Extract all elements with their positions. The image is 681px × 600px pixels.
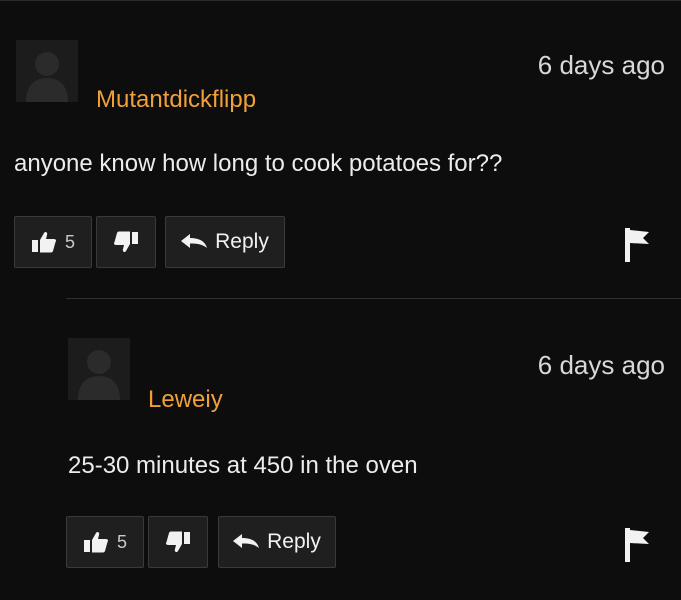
flag-icon[interactable] <box>623 228 651 262</box>
avatar-placeholder-icon <box>16 40 78 102</box>
upvote-button[interactable]: 5 <box>14 216 92 268</box>
reply-divider <box>66 298 681 299</box>
avatar[interactable] <box>16 40 78 102</box>
comment-timestamp: 6 days ago <box>537 350 665 380</box>
reply-button[interactable]: Reply <box>165 216 285 268</box>
reply-button[interactable]: Reply <box>218 516 336 568</box>
thumbs-up-icon <box>31 231 56 253</box>
comment-text: anyone know how long to cook potatoes fo… <box>14 150 503 177</box>
reply-label: Reply <box>215 230 269 253</box>
upvote-button[interactable]: 5 <box>66 516 144 568</box>
comment-timestamp: 6 days ago <box>537 50 665 80</box>
top-border <box>0 0 681 1</box>
thumbs-up-icon <box>83 531 108 553</box>
flag-icon[interactable] <box>623 528 651 562</box>
thumbs-down-icon <box>166 531 190 553</box>
comment-username[interactable]: Mutantdickflipp <box>96 86 256 114</box>
avatar-placeholder-icon <box>68 338 130 400</box>
comment-username[interactable]: Leweiy <box>148 386 223 414</box>
reply-arrow-icon <box>181 234 208 248</box>
like-count: 5 <box>64 231 75 252</box>
downvote-button[interactable] <box>148 516 208 568</box>
reply-arrow-icon <box>233 534 260 548</box>
thumbs-down-icon <box>114 231 138 253</box>
comment-text: 25-30 minutes at 450 in the oven <box>68 452 418 479</box>
avatar[interactable] <box>68 338 130 400</box>
reply-label: Reply <box>267 530 321 553</box>
like-count: 5 <box>116 531 127 552</box>
downvote-button[interactable] <box>96 216 156 268</box>
